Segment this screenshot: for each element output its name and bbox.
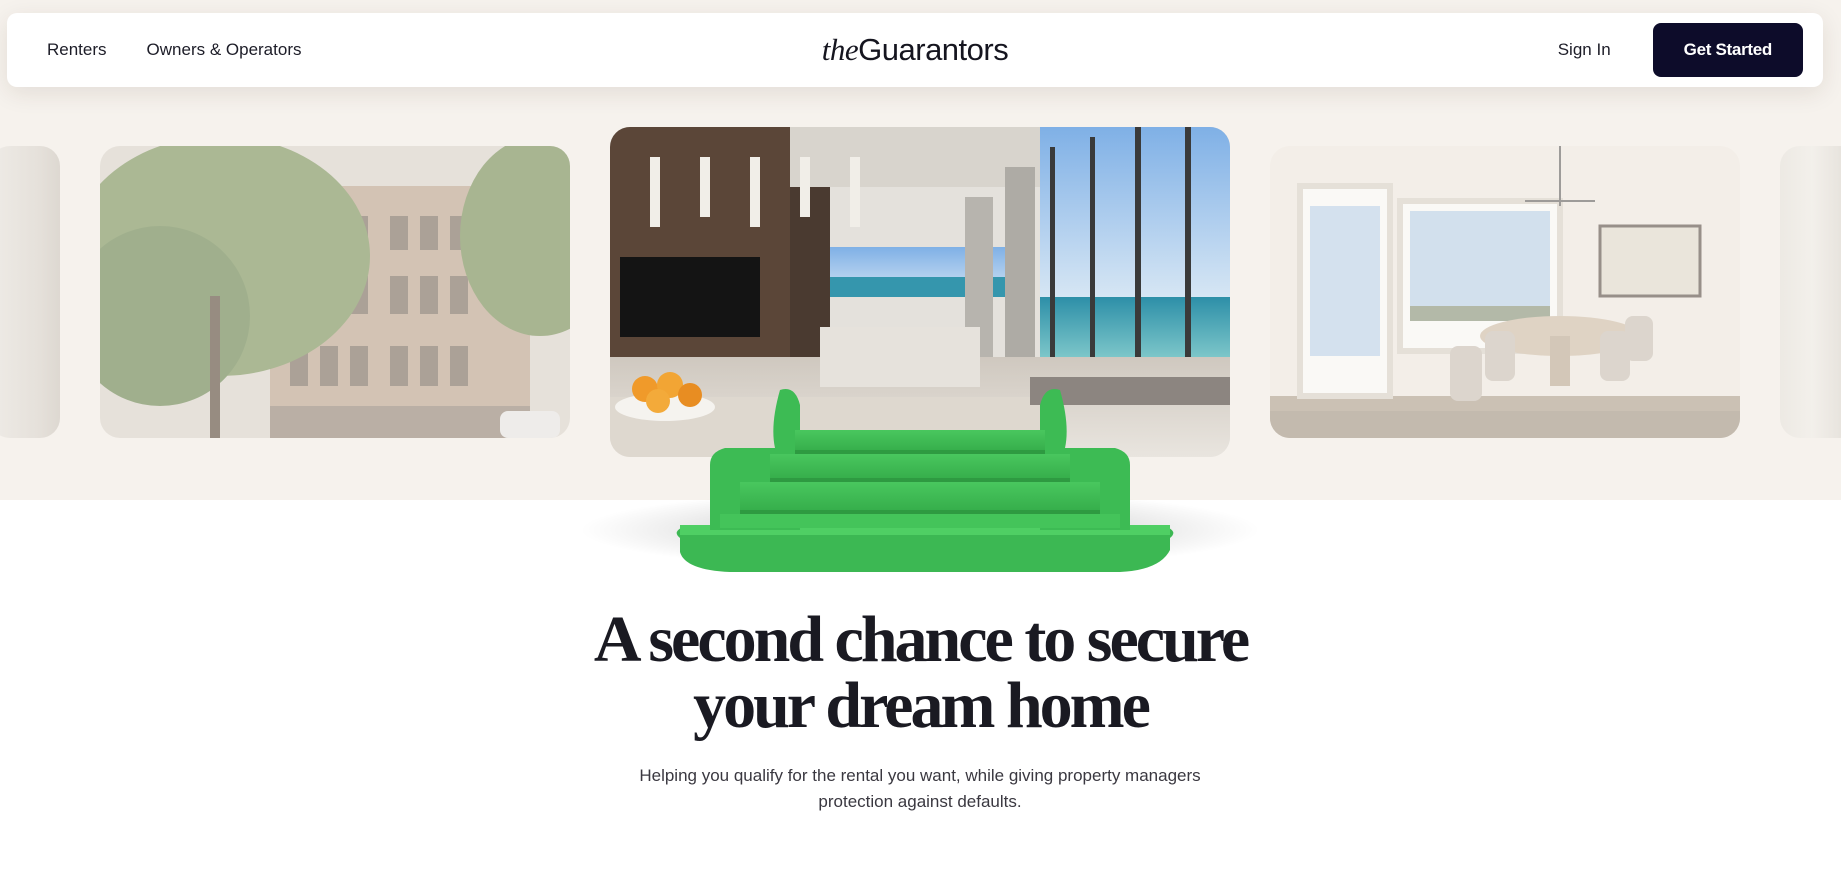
logo-the: the xyxy=(821,32,859,67)
get-started-button[interactable]: Get Started xyxy=(1652,23,1803,77)
green-stairs-illustration xyxy=(560,380,1280,580)
green-stairs-icon xyxy=(580,389,1260,572)
dining-room-image xyxy=(1270,146,1740,438)
nav-link-renters[interactable]: Renters xyxy=(47,40,107,60)
carousel-slide-brownstone-street[interactable] xyxy=(100,146,570,438)
nav-actions: Sign In Get Started xyxy=(1558,23,1803,77)
carousel-slide-living-room[interactable] xyxy=(1780,146,1841,438)
site-logo[interactable]: theGuarantors xyxy=(821,32,1009,68)
logo-brand: Guarantors xyxy=(858,32,1009,67)
carousel-slide-dining-room[interactable] xyxy=(1270,146,1740,438)
navbar: Renters Owners & Operators theGuarantors… xyxy=(7,13,1823,87)
hero-headline: A second chance to secure your dream hom… xyxy=(0,607,1841,739)
sign-in-link[interactable]: Sign In xyxy=(1558,40,1611,60)
hero-headline-line-1: A second chance to secure xyxy=(593,603,1250,676)
nav-link-owners-operators[interactable]: Owners & Operators xyxy=(147,40,302,60)
primary-nav: Renters Owners & Operators xyxy=(47,40,301,60)
hero-headline-line-2: your dream home xyxy=(693,669,1151,742)
hero-subtext: Helping you qualify for the rental you w… xyxy=(639,766,1201,811)
carousel-slide-interior-curtain[interactable] xyxy=(0,146,60,438)
brownstone-image xyxy=(100,146,570,438)
